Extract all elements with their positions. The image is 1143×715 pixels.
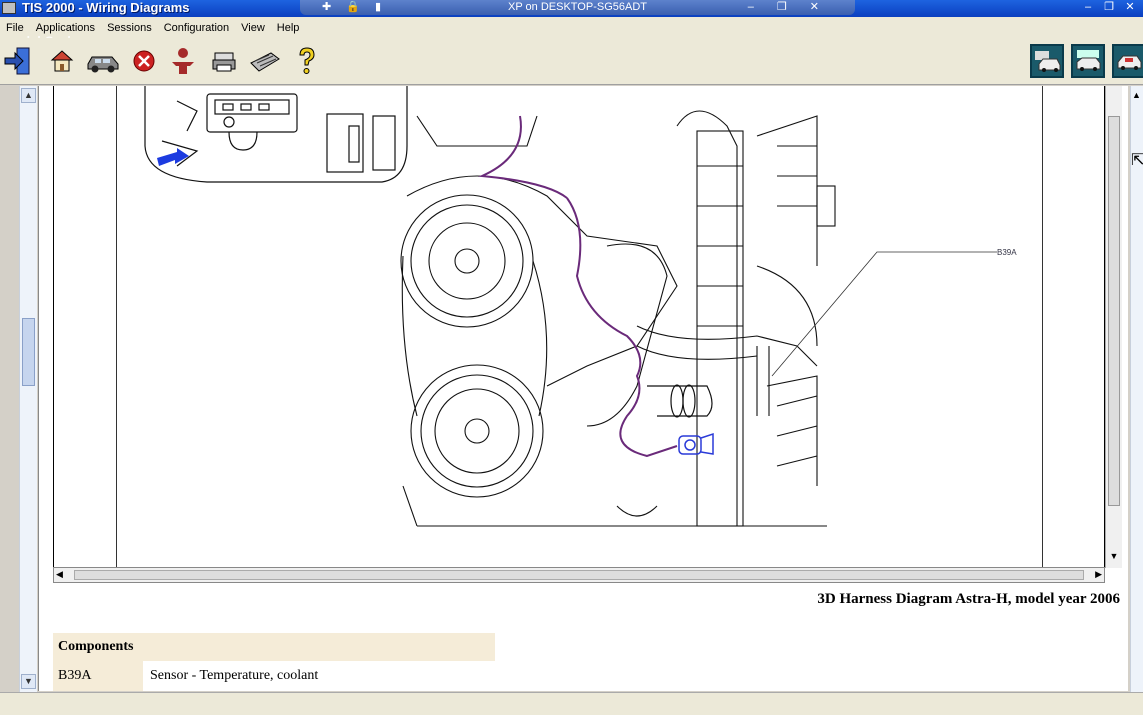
connector-inset (144, 86, 408, 183)
diagram-scroll-down-icon[interactable]: ▼ (1107, 551, 1121, 565)
vehicle-repair-icon[interactable] (1112, 44, 1143, 78)
wiring-harness (478, 115, 678, 458)
menu-file[interactable]: File (0, 22, 30, 34)
diagram-caption: 3D Harness Diagram Astra-H, model year 2… (817, 591, 1120, 607)
window-title: TIS 2000 - Wiring Diagrams (22, 0, 190, 15)
left-scroll-thumb[interactable] (22, 318, 35, 386)
b39a-leader-line (771, 251, 997, 377)
maximize-button[interactable]: ❐ (1100, 1, 1118, 15)
menu-help[interactable]: Help (271, 22, 306, 34)
menu-view[interactable]: View (235, 22, 271, 34)
exit-icon[interactable] (2, 44, 36, 78)
scroll-up-arrow-icon[interactable]: ▲ (21, 88, 36, 103)
mouse-cursor-icon: ⇱ (1131, 152, 1143, 169)
diagram-scroll-right-icon[interactable]: ▶ (1095, 569, 1102, 580)
inset-arrow-icon (157, 148, 189, 166)
engine-outline (400, 110, 836, 527)
close-button[interactable]: ✕ (1121, 1, 1139, 15)
status-bar (0, 692, 1143, 715)
harness-diagram: B39A (144, 86, 1017, 527)
diagram-vscroll-thumb[interactable] (1108, 116, 1120, 506)
component-description: Sensor - Temperature, coolant (150, 668, 319, 683)
component-code[interactable]: B39A (53, 661, 143, 691)
component-label-b39a: B39A (997, 248, 1017, 257)
diagram-horizontal-scrollbar[interactable]: ◀ ▶ (53, 567, 1105, 583)
vehicle-service-icon[interactable] (1071, 44, 1105, 78)
diagram-scroll-left-icon[interactable]: ◀ (56, 569, 63, 580)
main-content: B39A ▼ ◀ ▶ 3D Harness Diagram Astra-H, m… (38, 86, 1128, 691)
car-icon[interactable] (86, 44, 120, 78)
help-icon[interactable] (290, 44, 324, 78)
diagram-hscroll-thumb[interactable] (74, 570, 1084, 580)
right-scrollbar[interactable]: ▲ ⇱ (1130, 86, 1143, 692)
coolant-hose (647, 384, 713, 418)
diagram-viewport: B39A (116, 86, 1043, 568)
title-bar: TIS 2000 - Wiring Diagrams ✚ 🔒 ▮ XP on D… (0, 0, 1143, 17)
components-header: Components (53, 633, 495, 661)
coolant-temperature-sensor (678, 432, 714, 455)
diagram-frame: B39A (53, 86, 1105, 568)
remote-session-bar[interactable]: ✚ 🔒 ▮ XP on DESKTOP-SG56ADT ‒ ❐ ✕ (300, 0, 855, 15)
rdp-window-controls[interactable]: ‒ ❐ ✕ (748, 0, 829, 13)
vehicle-diagnostic-icon[interactable] (1030, 44, 1064, 78)
minimize-button[interactable]: ‒ (1079, 1, 1097, 15)
stop-icon[interactable] (127, 44, 161, 78)
table-row[interactable]: B39A Sensor - Temperature, coolant (53, 661, 495, 691)
person-icon[interactable] (166, 44, 200, 78)
print-icon[interactable] (207, 44, 241, 78)
keyboard-icon[interactable] (248, 44, 282, 78)
components-table: Components B39A Sensor - Temperature, co… (53, 633, 495, 691)
diagram-vertical-scrollbar[interactable]: ▼ (1105, 86, 1122, 568)
toolbar (0, 38, 1143, 85)
menu-applications[interactable]: Applications (30, 22, 101, 34)
scroll-down-arrow-icon[interactable]: ▼ (21, 674, 36, 689)
home-icon[interactable] (45, 44, 79, 78)
app-logo-icon (2, 2, 16, 14)
menu-bar: File Applications Sessions Configuration… (0, 17, 1143, 38)
right-scroll-up-icon[interactable]: ▲ (1132, 90, 1141, 100)
menu-sessions[interactable]: Sessions (101, 22, 158, 34)
menu-configuration[interactable]: Configuration (158, 22, 235, 34)
left-scrollbar[interactable]: ▲ ▼ (19, 86, 37, 692)
